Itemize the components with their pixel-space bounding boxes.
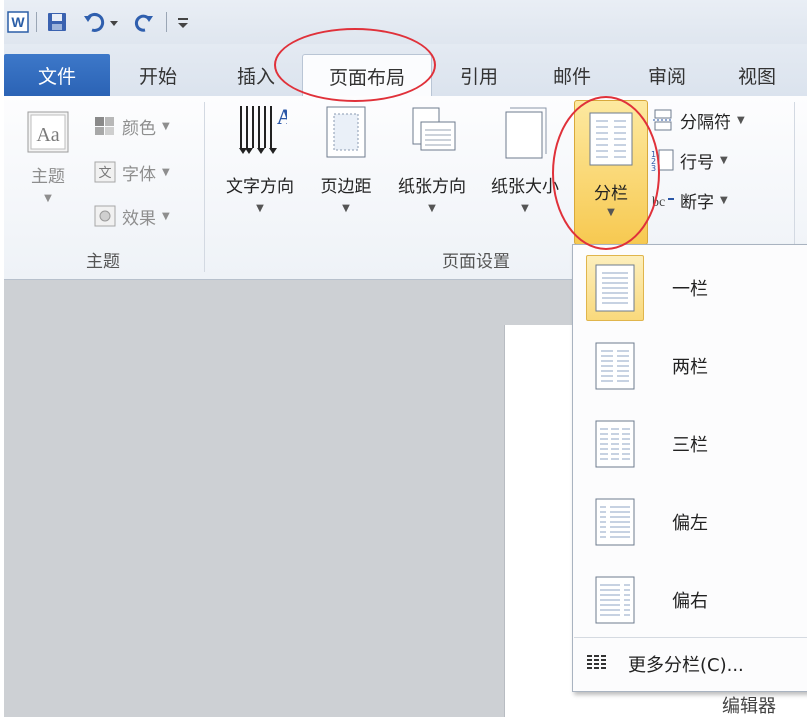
three-columns-icon (586, 411, 644, 477)
more-columns-label: 更多分栏(C)... (628, 655, 744, 676)
breaks-button[interactable]: 分隔符 ▼ (650, 104, 745, 136)
chevron-down-icon: ▼ (162, 210, 170, 222)
effects-button[interactable]: 效果 ▼ (92, 200, 170, 232)
columns-dropdown-menu: 一栏 两栏 三栏 偏左 偏右 更多分栏(C)... (572, 244, 807, 692)
tab-review[interactable]: 审阅 (632, 54, 702, 96)
one-column-icon (586, 255, 644, 321)
page-break-icon (650, 108, 676, 132)
svg-text:bc: bc (652, 195, 665, 210)
fonts-label: 字体 (122, 164, 156, 185)
group-divider (204, 102, 205, 272)
orientation-button[interactable]: 纸张方向 ▼ (384, 102, 480, 214)
margins-button[interactable]: 页边距 ▼ (308, 102, 384, 214)
fonts-button[interactable]: 文 字体 ▼ (92, 156, 170, 188)
chevron-down-icon: ▼ (720, 154, 728, 166)
colors-label: 颜色 (122, 118, 156, 139)
chevron-down-icon: ▼ (342, 203, 350, 214)
menu-item-three-columns[interactable]: 三栏 (574, 405, 807, 483)
text-direction-label: 文字方向 (226, 177, 294, 197)
svg-text:3: 3 (651, 164, 656, 172)
tab-page-layout[interactable]: 页面布局 (302, 54, 432, 98)
svg-text:W: W (11, 14, 25, 30)
save-icon[interactable] (44, 11, 70, 33)
margins-label: 页边距 (320, 177, 372, 197)
themes-icon: Aa (21, 102, 75, 162)
line-numbers-icon: 123 (650, 148, 676, 172)
columns-icon (588, 111, 634, 171)
menu-item-left[interactable]: 偏左 (574, 483, 807, 561)
orientation-label: 纸张方向 (398, 177, 466, 197)
more-columns-icon (586, 653, 608, 675)
breaks-label: 分隔符 (680, 112, 731, 133)
redo-icon[interactable] (132, 11, 158, 33)
chevron-down-icon: ▼ (428, 203, 436, 214)
quick-access-toolbar: W (4, 0, 807, 44)
size-icon (498, 102, 552, 162)
menu-item-more-columns[interactable]: 更多分栏(C)... (574, 643, 807, 685)
chevron-down-icon: ▼ (44, 193, 52, 204)
size-label: 纸张大小 (491, 177, 559, 197)
menu-item-two-columns[interactable]: 两栏 (574, 327, 807, 405)
hyphenation-label: 断字 (680, 192, 714, 213)
fonts-icon: 文 (92, 160, 118, 184)
columns-label: 分栏 (594, 184, 628, 204)
text-direction-button[interactable]: A 文字方向 ▼ (212, 102, 308, 214)
menu-item-label: 偏右 (672, 591, 708, 612)
tab-view[interactable]: 视图 (722, 54, 792, 96)
columns-button[interactable]: 分栏 ▼ (574, 100, 648, 245)
tab-references[interactable]: 引用 (444, 54, 514, 96)
colors-icon (92, 114, 118, 138)
tab-mailings[interactable]: 邮件 (534, 54, 610, 96)
chevron-down-icon: ▼ (607, 207, 615, 218)
line-numbers-label: 行号 (680, 152, 714, 173)
orientation-icon (405, 102, 459, 162)
chevron-down-icon: ▼ (521, 203, 529, 214)
menu-item-label: 一栏 (672, 279, 708, 300)
document-partial-text: 编辑器 (722, 696, 776, 717)
effects-label: 效果 (122, 208, 156, 229)
chevron-down-icon: ▼ (720, 194, 728, 206)
word-window: W 文件 开始 插入 页面布局 引用 邮件 审阅 视图 Aa 主题 ▼ 颜色 ▼… (4, 0, 807, 717)
size-button[interactable]: 纸张大小 ▼ (478, 102, 572, 214)
hyphenation-button[interactable]: bc 断字 ▼ (650, 184, 728, 216)
chevron-down-icon: ▼ (256, 203, 264, 214)
chevron-down-icon: ▼ (737, 114, 745, 126)
menu-item-label: 偏左 (672, 513, 708, 534)
chevron-down-icon: ▼ (162, 120, 170, 132)
word-icon[interactable]: W (6, 11, 30, 33)
text-direction-icon: A (233, 102, 287, 162)
menu-item-one-column[interactable]: 一栏 (574, 249, 807, 327)
menu-item-right[interactable]: 偏右 (574, 561, 807, 639)
themes-button[interactable]: Aa 主题 ▼ (18, 102, 78, 204)
colors-button[interactable]: 颜色 ▼ (92, 110, 170, 142)
menu-item-label: 两栏 (672, 357, 708, 378)
tab-home[interactable]: 开始 (118, 54, 198, 96)
right-column-icon (586, 567, 644, 633)
themes-label: 主题 (31, 167, 65, 187)
customize-icon[interactable] (172, 11, 194, 33)
svg-text:A: A (277, 104, 287, 129)
undo-icon[interactable] (82, 11, 122, 33)
margins-icon (319, 102, 373, 162)
themes-group-label: 主题 (86, 251, 120, 272)
two-columns-icon (586, 333, 644, 399)
menu-item-label: 三栏 (672, 435, 708, 456)
svg-text:Aa: Aa (36, 124, 59, 146)
hyphenation-icon: bc (650, 188, 676, 212)
left-column-icon (586, 489, 644, 555)
menu-divider (574, 637, 807, 638)
chevron-down-icon: ▼ (162, 166, 170, 178)
line-numbers-button[interactable]: 123 行号 ▼ (650, 144, 728, 176)
tab-file[interactable]: 文件 (4, 54, 110, 96)
effects-icon (92, 204, 118, 228)
tab-insert[interactable]: 插入 (216, 54, 296, 96)
ribbon-tabs: 文件 开始 插入 页面布局 引用 邮件 审阅 视图 (4, 44, 807, 98)
svg-text:文: 文 (98, 166, 111, 181)
